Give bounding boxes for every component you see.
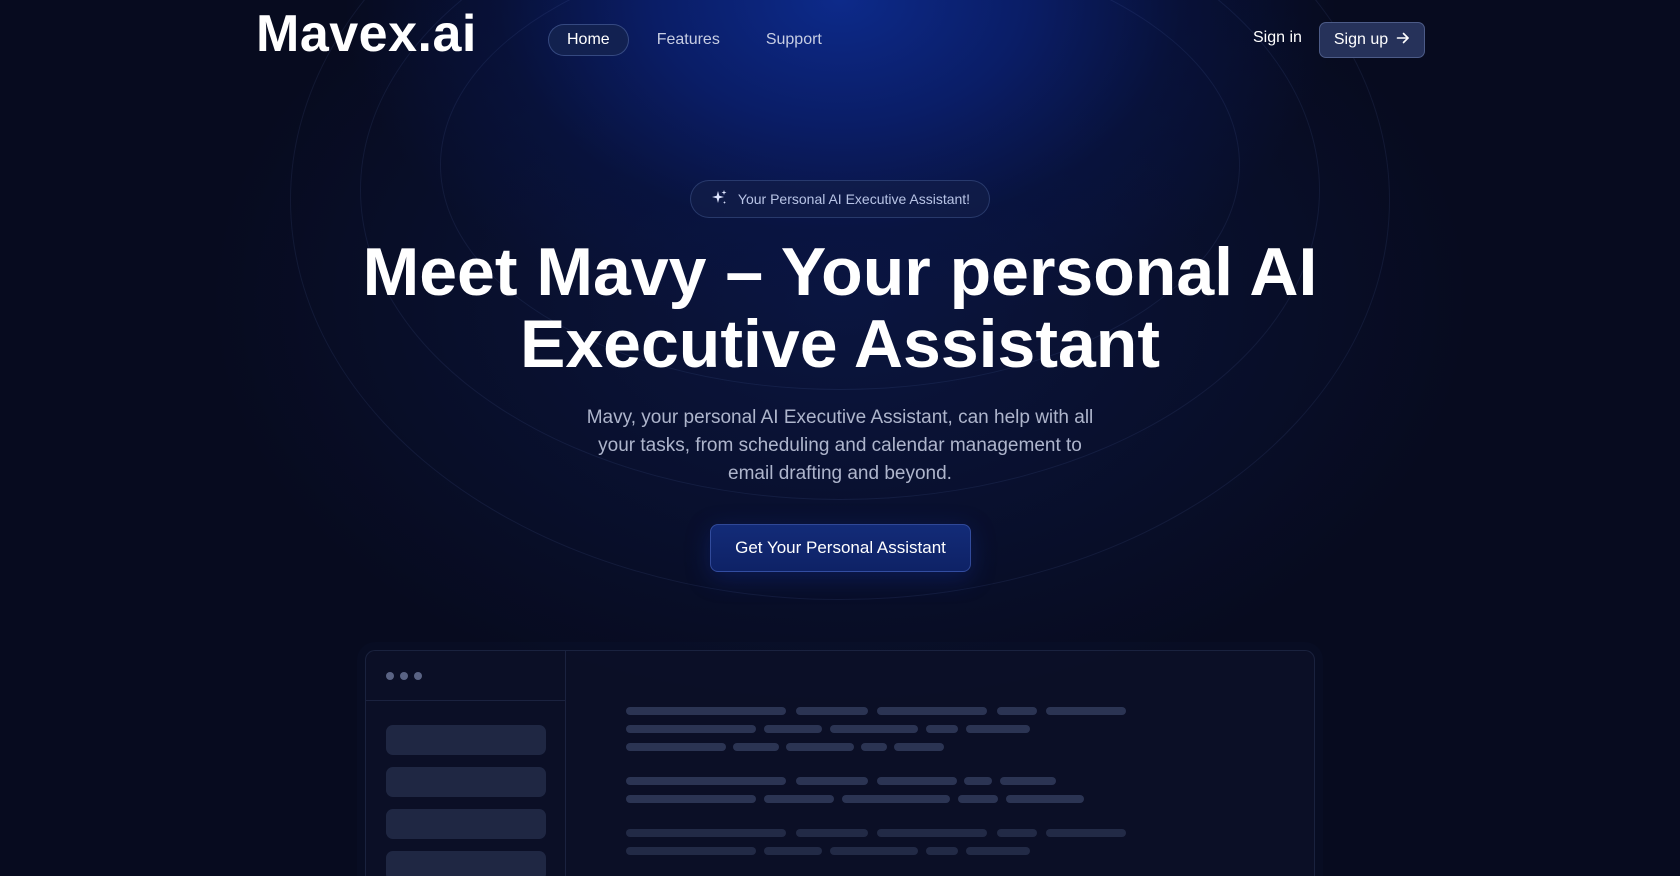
placeholder-line: [626, 847, 756, 855]
placeholder-line: [830, 725, 918, 733]
placeholder-line: [926, 847, 958, 855]
placeholder-line: [966, 847, 1030, 855]
placeholder-line: [877, 707, 987, 715]
landing-page: Mavex.ai Home Features Support Sign in S…: [0, 0, 1680, 876]
window-controls: [366, 651, 565, 701]
preview-sidebar-item: [386, 809, 546, 839]
get-assistant-button[interactable]: Get Your Personal Assistant: [710, 524, 971, 572]
placeholder-line: [861, 743, 887, 751]
placeholder-line: [997, 829, 1037, 837]
placeholder-line: [764, 847, 822, 855]
preview-sidebar: [366, 651, 566, 876]
placeholder-line: [997, 707, 1037, 715]
nav-link-features[interactable]: Features: [639, 24, 738, 56]
top-navigation: Mavex.ai Home Features Support Sign in S…: [0, 0, 1680, 80]
placeholder-line: [958, 795, 998, 803]
hero-headline-line1: Meet Mavy – Your personal AI: [362, 234, 1318, 310]
placeholder-line: [1046, 829, 1126, 837]
placeholder-line: [733, 743, 779, 751]
placeholder-line: [1006, 795, 1084, 803]
nav-links: Home Features Support: [548, 24, 840, 56]
preview-sidebar-item: [386, 851, 546, 876]
placeholder-line: [764, 795, 834, 803]
sparkle-icon: [710, 189, 728, 210]
hero-headline-line2: Executive Assistant: [520, 306, 1160, 382]
placeholder-line: [786, 743, 854, 751]
placeholder-line: [626, 829, 786, 837]
placeholder-line: [842, 795, 950, 803]
placeholder-line: [964, 777, 992, 785]
sign-in-link[interactable]: Sign in: [1253, 29, 1302, 47]
window-dot-icon: [386, 671, 394, 680]
placeholder-line: [926, 725, 958, 733]
placeholder-line: [626, 707, 786, 715]
placeholder-line: [966, 725, 1030, 733]
arrow-right-icon: [1396, 31, 1410, 50]
sign-up-label: Sign up: [1333, 31, 1389, 48]
placeholder-line: [796, 777, 868, 785]
sign-up-button[interactable]: Sign up: [1319, 22, 1425, 58]
placeholder-line: [877, 829, 987, 837]
placeholder-line: [796, 707, 868, 715]
placeholder-line: [764, 725, 822, 733]
placeholder-line: [796, 829, 868, 837]
nav-link-home[interactable]: Home: [548, 24, 629, 56]
placeholder-line: [626, 795, 756, 803]
placeholder-line: [626, 777, 786, 785]
hero-badge: Your Personal AI Executive Assistant!: [690, 180, 990, 218]
placeholder-line: [1000, 777, 1056, 785]
placeholder-line: [626, 725, 756, 733]
window-dot-icon: [400, 671, 408, 680]
preview-sidebar-item: [386, 767, 546, 797]
preview-sidebar-item: [386, 725, 546, 755]
hero-badge-text: Your Personal AI Executive Assistant!: [737, 191, 971, 207]
app-preview-window: [365, 650, 1315, 876]
placeholder-line: [830, 847, 918, 855]
window-dot-icon: [414, 671, 422, 680]
placeholder-line: [626, 743, 726, 751]
brand-logo[interactable]: Mavex.ai: [256, 4, 477, 64]
placeholder-line: [877, 777, 957, 785]
placeholder-line: [1046, 707, 1126, 715]
hero-description: Mavy, your personal AI Executive Assista…: [586, 407, 1094, 484]
hero-headline: Meet Mavy – Your personal AI Executive A…: [340, 236, 1340, 380]
nav-link-support[interactable]: Support: [748, 24, 840, 56]
placeholder-line: [894, 743, 944, 751]
